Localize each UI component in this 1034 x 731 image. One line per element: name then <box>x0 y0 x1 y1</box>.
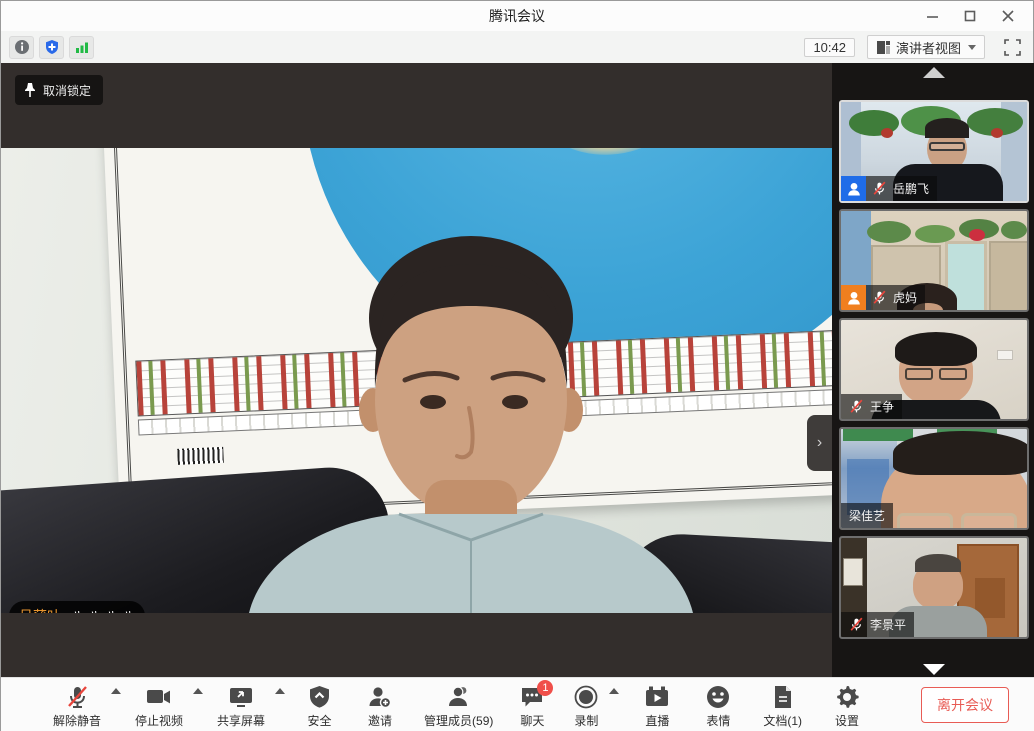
speaker-name: 吕蒲叶 <box>19 606 61 613</box>
host-badge-icon <box>841 176 866 201</box>
meeting-timer: 10:42 <box>804 38 855 57</box>
cohost-badge-icon <box>841 285 866 310</box>
participant-name-tag: 梁佳艺 <box>841 503 893 528</box>
chat-button[interactable]: 1 聊天 <box>519 679 545 731</box>
record-button[interactable]: 录制 <box>573 679 599 731</box>
record-options-caret[interactable] <box>609 688 619 694</box>
sidebar-collapse-handle[interactable]: › <box>807 415 832 471</box>
scroll-up-arrow[interactable] <box>923 67 945 78</box>
clap-emoji-icon <box>120 609 135 614</box>
mic-muted-icon <box>872 290 887 305</box>
wave-emoji-icon <box>69 609 84 614</box>
health-shield-icon[interactable] <box>39 36 64 59</box>
manage-members-button[interactable]: 管理成员(59) <box>424 679 493 731</box>
participant-name: 王争 <box>870 398 894 415</box>
mic-muted-icon <box>849 399 864 414</box>
participant-tile[interactable]: 虎妈 <box>839 209 1029 312</box>
unpin-button[interactable]: 取消锁定 <box>15 75 103 105</box>
participant-name: 岳鹏飞 <box>893 180 929 197</box>
meeting-info-icon[interactable] <box>9 36 34 59</box>
settings-gear-icon <box>834 682 860 710</box>
main-video-stage: 吕蒲叶 <box>1 63 832 677</box>
mic-muted-icon <box>64 682 90 710</box>
content-area: 吕蒲叶 <box>1 63 1034 677</box>
fullscreen-icon[interactable] <box>999 35 1025 59</box>
reactions-button[interactable]: 表情 <box>705 679 731 731</box>
mic-muted-icon <box>872 181 887 196</box>
invite-person-icon <box>366 682 394 710</box>
title-bar: 腾讯会议 <box>1 1 1033 31</box>
mic-muted-icon <box>849 617 864 632</box>
participant-tile[interactable]: 王争 <box>839 318 1029 421</box>
close-button[interactable] <box>989 1 1027 31</box>
record-icon <box>573 682 599 710</box>
clap-emoji-icon <box>103 609 118 614</box>
chat-unread-badge: 1 <box>537 680 553 696</box>
invite-button[interactable]: 邀请 <box>366 679 394 731</box>
unmute-button[interactable]: 解除静音 <box>53 679 101 731</box>
leave-meeting-button[interactable]: 离开会议 <box>921 687 1009 723</box>
bottom-toolbar: 解除静音 停止视频 共享屏幕 安全 邀请 <box>1 677 1034 731</box>
maximize-button[interactable] <box>951 1 989 31</box>
participant-tile[interactable]: 李景平 <box>839 536 1029 639</box>
speaker-name-tag: 吕蒲叶 <box>9 601 145 613</box>
participant-name-tag: 岳鹏飞 <box>841 176 937 201</box>
window-title: 腾讯会议 <box>489 6 545 26</box>
chevron-down-icon <box>968 45 976 50</box>
video-options-caret[interactable] <box>193 688 203 694</box>
speaker-video: 吕蒲叶 <box>1 148 832 613</box>
security-button[interactable]: 安全 <box>307 679 332 731</box>
chat-icon: 1 <box>519 682 545 710</box>
chevron-right-icon: › <box>817 434 822 452</box>
share-options-caret[interactable] <box>275 688 285 694</box>
speaker-view-icon <box>876 40 891 55</box>
live-button[interactable]: 直播 <box>643 679 671 731</box>
meeting-toolbar: 10:42 演讲者视图 <box>1 31 1033 63</box>
security-shield-icon <box>307 682 332 710</box>
documents-button[interactable]: 文档(1) <box>763 679 802 731</box>
view-switcher-label: 演讲者视图 <box>896 38 961 57</box>
share-screen-icon <box>227 682 255 710</box>
tencent-meeting-window: 腾讯会议 10:42 <box>0 0 1034 731</box>
clap-emoji-icon <box>86 609 101 614</box>
mic-options-caret[interactable] <box>111 688 121 694</box>
emoji-icon <box>705 682 731 710</box>
participant-name: 李景平 <box>870 616 906 633</box>
participant-name: 虎妈 <box>893 289 917 306</box>
view-switcher-button[interactable]: 演讲者视图 <box>867 35 985 59</box>
network-signal-icon[interactable] <box>69 36 94 59</box>
camera-icon <box>145 682 173 710</box>
speaker-person <box>1 148 832 613</box>
unpin-label: 取消锁定 <box>43 82 91 99</box>
stop-video-button[interactable]: 停止视频 <box>135 679 183 731</box>
participant-name-tag: 虎妈 <box>841 285 925 310</box>
settings-button[interactable]: 设置 <box>834 679 860 731</box>
participant-tile[interactable]: 岳鹏飞 <box>839 100 1029 203</box>
members-icon <box>445 682 473 710</box>
participant-name-tag: 李景平 <box>841 612 914 637</box>
scroll-down-arrow[interactable] <box>923 664 945 675</box>
share-screen-button[interactable]: 共享屏幕 <box>217 679 265 731</box>
participant-name-tag: 王争 <box>841 394 902 419</box>
participants-sidebar: 岳鹏飞 <box>832 63 1034 677</box>
live-tv-icon <box>643 682 671 710</box>
pin-icon <box>23 82 37 98</box>
minimize-button[interactable] <box>913 1 951 31</box>
participant-name: 梁佳艺 <box>849 507 885 524</box>
document-icon <box>771 682 795 710</box>
participant-tile[interactable]: 梁佳艺 <box>839 427 1029 530</box>
